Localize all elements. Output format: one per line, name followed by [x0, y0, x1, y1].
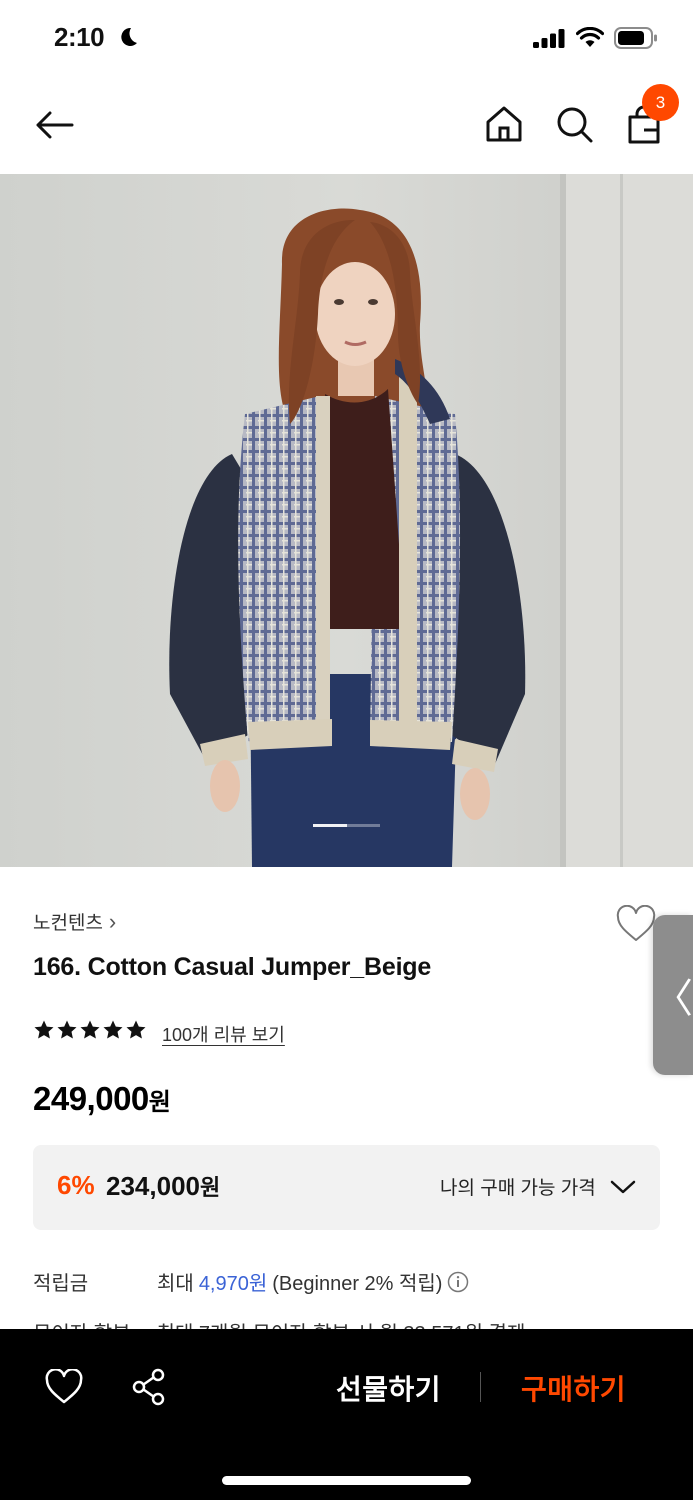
discount-price-unit: 원 [199, 1175, 221, 1200]
top-nav-bar [0, 76, 693, 174]
status-time: 2:10 [54, 22, 105, 52]
product-info: 노컨텐츠 › 166. Cotton Casual Jumper_Beige 1… [0, 867, 693, 1345]
carousel-indicator-active [313, 824, 347, 827]
battery-icon [614, 27, 657, 49]
signal-icon [533, 29, 565, 48]
points-label: 적립금 [33, 1273, 89, 1295]
heart-icon[interactable] [44, 1369, 84, 1405]
bar-divider [480, 1372, 481, 1402]
arrow-left-icon [36, 111, 74, 139]
brand-name: 노컨텐츠 [33, 913, 103, 934]
star-icon [80, 1020, 100, 1039]
carousel-indicator [313, 824, 380, 827]
bottom-action-bar: 선물하기 구매하기 [0, 1329, 693, 1500]
star-icon [103, 1020, 123, 1039]
points-amount: 4,970원 [198, 1273, 268, 1295]
original-price: 249,000원 [33, 1080, 171, 1118]
my-price-label: 나의 구매 가능 가격 [440, 1178, 596, 1199]
home-icon[interactable] [482, 102, 526, 146]
star-icon [126, 1020, 146, 1039]
rating-stars [33, 1019, 147, 1041]
home-indicator [222, 1476, 471, 1485]
share-icon[interactable] [130, 1367, 168, 1407]
chevron-right-icon: › [108, 908, 117, 934]
product-image[interactable] [0, 174, 693, 867]
status-bar: 2:10 [0, 0, 693, 76]
discount-rate: 6% [57, 1170, 95, 1200]
points-value: 최대 4,970원 (Beginner 2% 적립) [157, 1267, 469, 1296]
gift-button[interactable]: 선물하기 [336, 1368, 441, 1408]
buy-button[interactable]: 구매하기 [521, 1368, 626, 1408]
moon-icon [121, 27, 137, 46]
discount-price-box[interactable]: 6% 234,000원 나의 구매 가능 가격 [33, 1145, 660, 1230]
wifi-icon [576, 27, 604, 47]
star-icon [57, 1020, 77, 1039]
cart-count-badge: 3 [642, 84, 679, 121]
original-price-value: 249,000 [33, 1080, 149, 1117]
chevron-down-icon [610, 1180, 635, 1193]
star-icon [34, 1020, 54, 1039]
info-icon[interactable] [447, 1271, 469, 1293]
product-photo [0, 174, 693, 867]
points-prefix: 최대 [157, 1273, 194, 1295]
product-name: 166. Cotton Casual Jumper_Beige [33, 953, 432, 981]
back-button[interactable] [30, 101, 78, 149]
original-price-unit: 원 [148, 1089, 171, 1116]
discount-price-value: 234,000 [106, 1171, 200, 1201]
search-icon[interactable] [552, 102, 596, 146]
my-price-toggle[interactable]: 나의 구매 가능 가격 [440, 1173, 636, 1200]
heart-icon[interactable] [615, 905, 657, 943]
review-link[interactable]: 100개 리뷰 보기 [162, 1021, 285, 1047]
brand-link[interactable]: 노컨텐츠 › [33, 908, 116, 935]
points-detail: (Beginner 2% 적립) [272, 1273, 443, 1295]
side-panel-tab[interactable]: 〈 [653, 915, 693, 1075]
discount-price: 234,000원 [106, 1170, 220, 1202]
chevron-left-icon: 〈 [653, 977, 693, 1021]
